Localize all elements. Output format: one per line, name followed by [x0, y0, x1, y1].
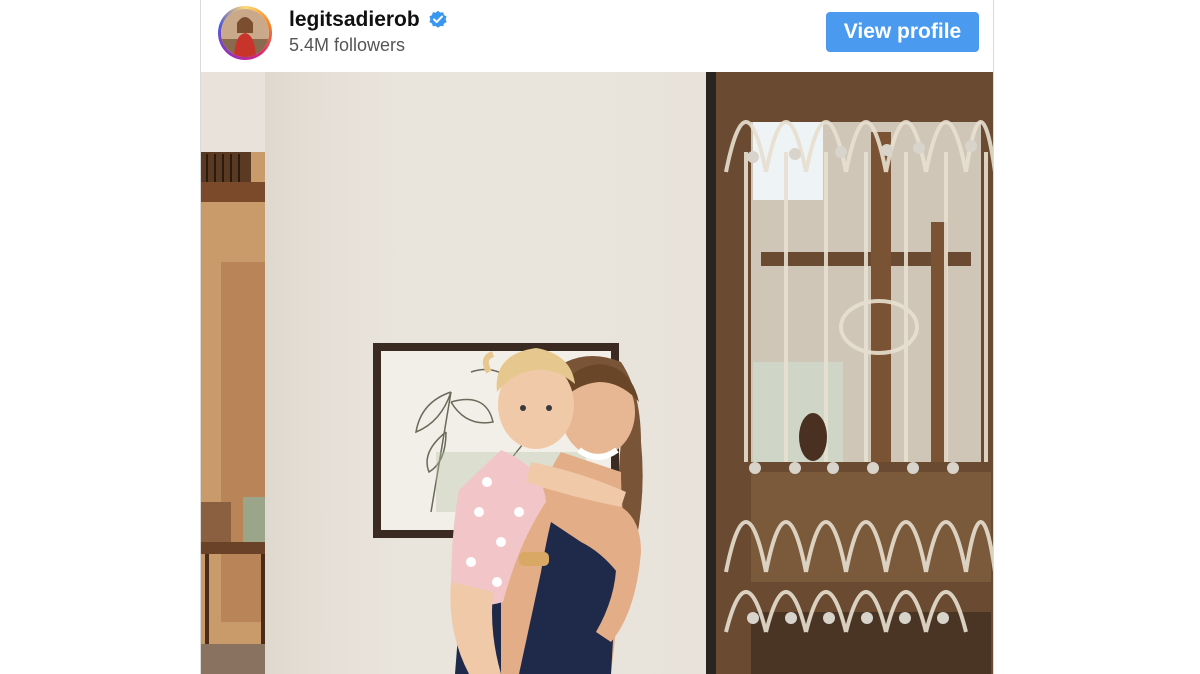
- verified-badge-icon: [428, 10, 448, 30]
- avatar-image: [221, 9, 269, 57]
- post-photo[interactable]: [201, 72, 993, 674]
- username[interactable]: legitsadierob: [289, 8, 448, 32]
- post-header: legitsadierob 5.4M followers View profil…: [201, 0, 993, 72]
- avatar[interactable]: [218, 6, 272, 60]
- follower-count: 5.4M followers: [289, 35, 406, 55]
- view-profile-button[interactable]: View profile: [826, 12, 979, 52]
- username-text: legitsadierob: [289, 8, 420, 31]
- instagram-embed: legitsadierob 5.4M followers View profil…: [200, 0, 994, 674]
